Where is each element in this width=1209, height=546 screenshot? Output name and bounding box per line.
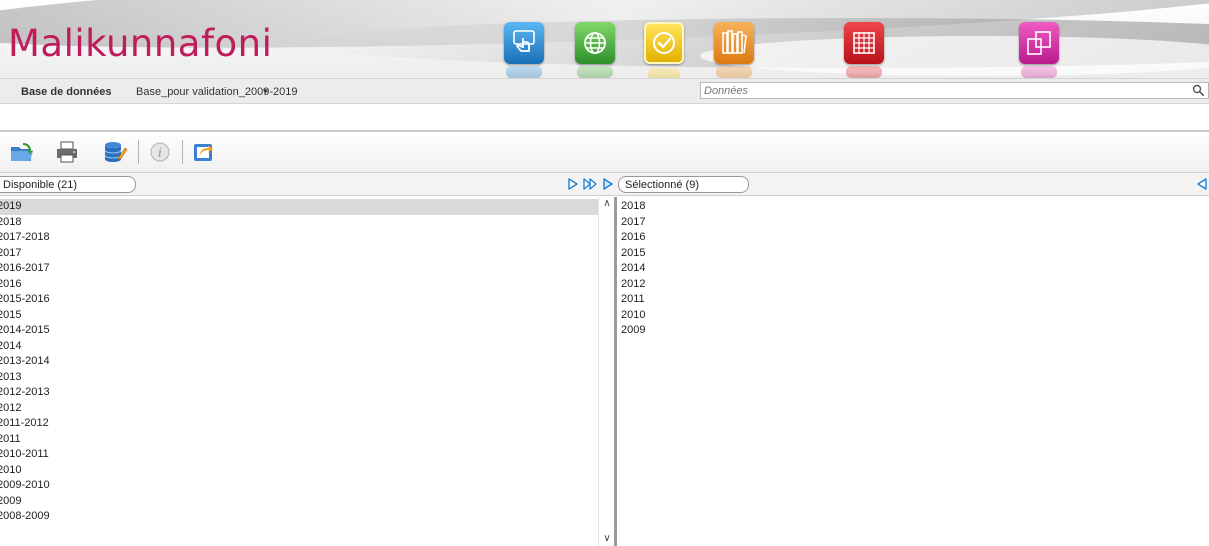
chevron-up-icon[interactable]: ∧ <box>600 199 614 209</box>
list-item[interactable]: 2016-2017 <box>0 261 598 277</box>
list-item[interactable]: 2009 <box>617 323 1209 339</box>
svg-text:i: i <box>158 146 162 161</box>
list-item[interactable]: 2017 <box>0 246 598 262</box>
available-scrollbar[interactable]: ∧ ∨ <box>598 197 614 546</box>
toolbar-separator <box>138 140 139 164</box>
check-app-icon[interactable] <box>644 22 684 78</box>
list-item[interactable]: 2019 <box>0 199 598 215</box>
print-icon[interactable] <box>53 138 81 166</box>
list-item[interactable]: 2011-2012 <box>0 416 598 432</box>
panel-header: Disponible (21) Sélectionné (9) <box>0 172 1209 196</box>
list-item[interactable]: 2015 <box>617 246 1209 262</box>
chevron-down-icon[interactable]: ▾ <box>263 86 268 97</box>
list-item[interactable]: 2010 <box>0 463 598 479</box>
move-left-icon[interactable] <box>1195 177 1209 191</box>
database-label: Base de données <box>21 86 112 98</box>
available-header: Disponible (21) <box>0 176 136 193</box>
table-app-icon[interactable] <box>844 22 884 78</box>
list-item[interactable]: 2017 <box>617 215 1209 231</box>
list-item[interactable]: 2014 <box>617 261 1209 277</box>
touch-app-icon[interactable] <box>504 22 544 78</box>
chevron-down-icon[interactable]: ∨ <box>600 534 614 544</box>
documents-app-icon[interactable] <box>1019 22 1059 78</box>
list-item[interactable]: 2015 <box>0 308 598 324</box>
search-box[interactable] <box>700 82 1209 99</box>
list-item[interactable]: 2009 <box>0 494 598 510</box>
export-icon[interactable] <box>190 138 218 166</box>
open-folder-icon[interactable] <box>8 138 36 166</box>
list-item[interactable]: 2013 <box>0 370 598 386</box>
search-input[interactable] <box>704 84 1184 97</box>
list-item[interactable]: 2018 <box>617 199 1209 215</box>
list-item[interactable]: 2009-2010 <box>0 478 598 494</box>
toolbar-separator <box>182 140 183 164</box>
list-item[interactable]: 2010 <box>617 308 1209 324</box>
database-bar: Base de données Base_pour validation_200… <box>0 78 1209 104</box>
list-item[interactable]: 2011 <box>617 292 1209 308</box>
list-item[interactable]: 2012 <box>617 277 1209 293</box>
move-right-icon[interactable] <box>566 177 580 191</box>
available-list: 2019 2018 2017-2018 2017 2016-2017 2016 2015-2… <box>0 197 598 546</box>
list-item[interactable]: 2017-2018 <box>0 230 598 246</box>
selected-header: Sélectionné (9) <box>618 176 749 193</box>
list-item[interactable]: 2008-2009 <box>0 509 598 525</box>
app-header: Malikunnafoni <box>0 0 1209 78</box>
info-icon[interactable]: i <box>146 138 174 166</box>
list-item[interactable]: 2012 <box>0 401 598 417</box>
list-item[interactable]: 2010-2011 <box>0 447 598 463</box>
database-selector[interactable]: Base_pour validation_2009-2019 <box>136 86 297 98</box>
move-right-filled-icon[interactable] <box>601 177 615 191</box>
database-edit-icon[interactable] <box>101 138 129 166</box>
selected-list: 2018 2017 2016 2015 2014 2012 2011 2010 2009 <box>617 197 1209 546</box>
globe-app-icon[interactable] <box>575 22 615 78</box>
list-item[interactable]: 2014-2015 <box>0 323 598 339</box>
list-item[interactable]: 2016 <box>0 277 598 293</box>
search-icon[interactable] <box>1192 84 1205 97</box>
books-app-icon[interactable] <box>714 22 754 78</box>
toolbar: i <box>0 132 1209 172</box>
app-logo: Malikunnafoni <box>8 22 273 65</box>
header-decoration <box>700 36 1209 76</box>
list-item[interactable]: 2011 <box>0 432 598 448</box>
move-all-right-icon[interactable] <box>583 177 597 191</box>
list-item[interactable]: 2013-2014 <box>0 354 598 370</box>
list-item[interactable]: 2018 <box>0 215 598 231</box>
list-item[interactable]: 2015-2016 <box>0 292 598 308</box>
list-item[interactable]: 2012-2013 <box>0 385 598 401</box>
list-item[interactable]: 2014 <box>0 339 598 355</box>
list-item[interactable]: 2016 <box>617 230 1209 246</box>
